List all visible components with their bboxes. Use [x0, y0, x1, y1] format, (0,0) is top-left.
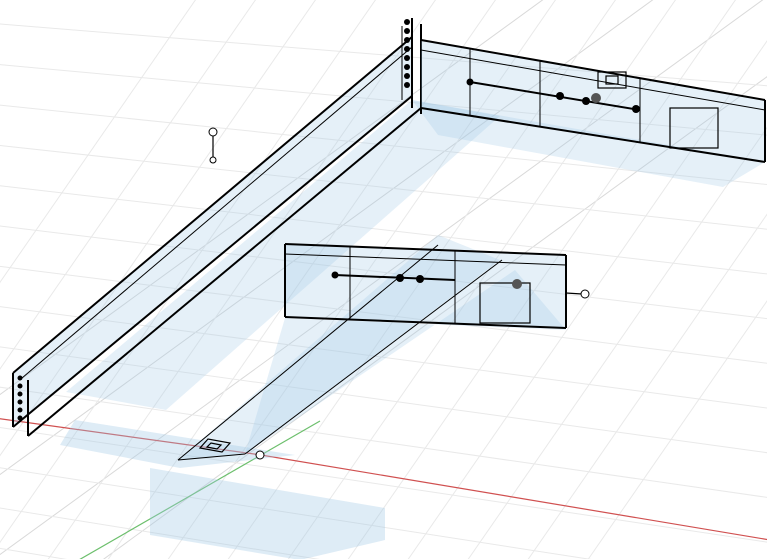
middle-wall	[285, 244, 589, 328]
cad-viewport[interactable]	[0, 0, 767, 559]
scene-svg	[0, 0, 767, 559]
wall-break-marker-west	[209, 128, 217, 163]
